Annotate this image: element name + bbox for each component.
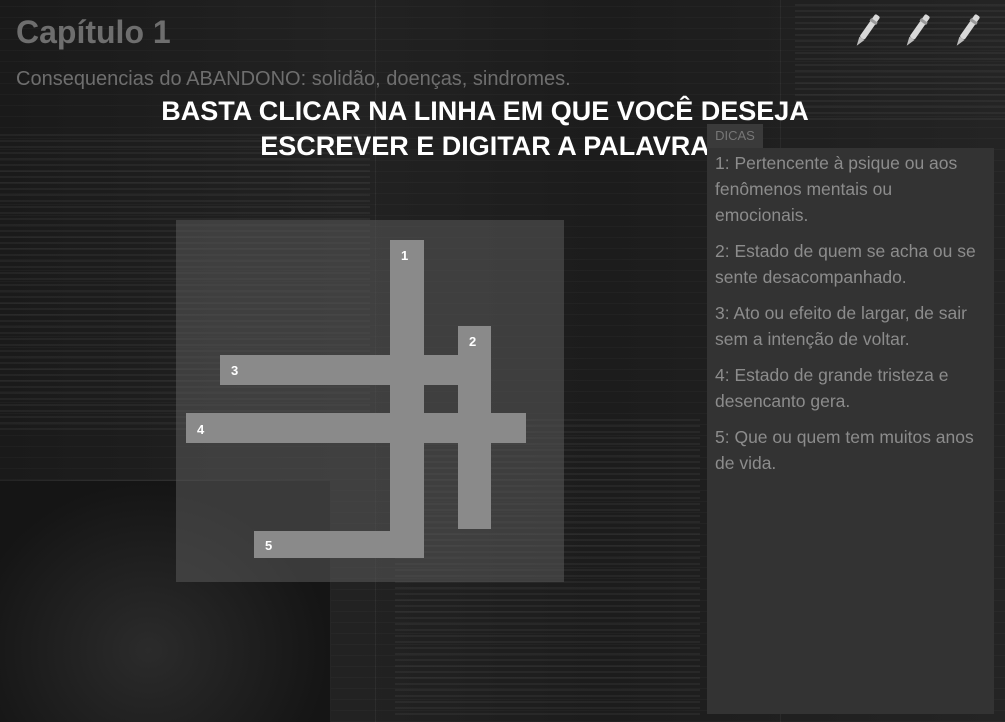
hint-item: 2: Estado de quem se acha ou se sente de… (715, 241, 976, 287)
pen-icon[interactable] (851, 10, 883, 52)
crossword-panel (176, 220, 564, 582)
crossword-screen: Capítulo 1 Consequencias do ABANDONO: so… (0, 0, 1005, 722)
crossword-number: 5 (265, 538, 273, 553)
crossword-number: 1 (401, 248, 409, 263)
crossword-word-3[interactable] (220, 355, 491, 385)
hints-tab[interactable]: DICAS (707, 124, 763, 148)
chapter-title: Capítulo 1 (16, 14, 171, 50)
crossword-word-5[interactable] (254, 531, 424, 558)
hint-item: 5: Que ou quem tem muitos anos de vida. (715, 427, 974, 473)
crossword-word-4[interactable] (186, 413, 526, 443)
hint-item: 1: Pertencente à psique ou aos fenômenos… (715, 153, 958, 225)
crossword-number: 3 (231, 363, 239, 378)
pen-icon[interactable] (901, 10, 933, 52)
crossword-number: 2 (469, 334, 477, 349)
crossword-number: 4 (197, 422, 205, 437)
chapter-subtitle: Consequencias do ABANDONO: solidão, doen… (16, 68, 571, 90)
crossword-word-1[interactable] (390, 240, 424, 558)
hint-item: 4: Estado de grande tristeza e desencant… (715, 365, 949, 411)
pen-icon[interactable] (951, 10, 983, 52)
hints-panel: 1: Pertencente à psique ou aos fenômenos… (707, 148, 994, 714)
pen-toolbar (851, 10, 983, 52)
hint-item: 3: Ato ou efeito de largar, de sair sem … (715, 303, 967, 349)
